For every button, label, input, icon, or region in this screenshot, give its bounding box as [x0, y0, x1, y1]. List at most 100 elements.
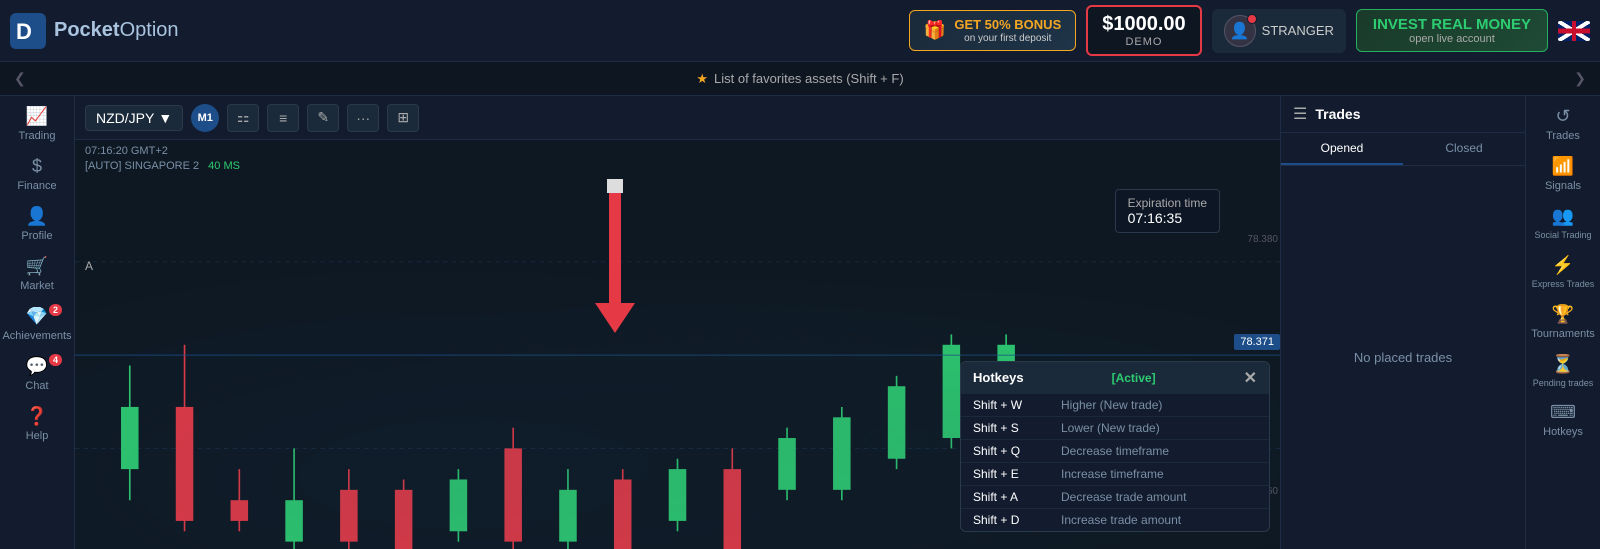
arrow-flag [607, 179, 623, 193]
candle-label-a: A [85, 259, 93, 273]
keyboard-icon: ⌨ [1550, 402, 1576, 423]
sidebar-item-finance[interactable]: $ Finance [0, 150, 74, 198]
sidebar-right: ↺ Trades 📶 Signals 👥 Social Trading ⚡ Ex… [1525, 96, 1600, 549]
draw-button[interactable]: ✎ [307, 104, 339, 132]
balance-label: DEMO [1102, 36, 1185, 48]
invest-main: INVEST REAL MONEY [1373, 16, 1531, 33]
tab-opened[interactable]: Opened [1281, 133, 1403, 165]
sidebar-right-social[interactable]: 👥 Social Trading [1526, 200, 1600, 247]
more-button[interactable]: ··· [347, 104, 379, 132]
sidebar-right-label-pending: Pending trades [1533, 378, 1594, 389]
svg-text:D: D [16, 19, 32, 44]
hotkey-desc-s: Lower (New trade) [1061, 421, 1160, 435]
hotkey-desc-a: Decrease trade amount [1061, 490, 1186, 504]
help-icon: ❓ [26, 406, 48, 427]
arrow-head [595, 303, 635, 333]
hotkey-desc-q: Decrease timeframe [1061, 444, 1169, 458]
finance-icon: $ [32, 156, 42, 177]
sidebar-right-express[interactable]: ⚡ Express Trades [1526, 249, 1600, 296]
sidebar-label-market: Market [20, 280, 54, 292]
nav-next[interactable]: ❯ [1574, 70, 1586, 87]
language-flag[interactable] [1558, 21, 1590, 41]
hotkey-key-d: Shift + D [973, 513, 1053, 527]
sidebar-right-label-hotkeys: Hotkeys [1543, 426, 1583, 438]
sidebar-item-achievements[interactable]: 💎 2 Achievements [0, 300, 74, 348]
candlestick-chart: A [75, 179, 1280, 549]
sidebar-item-trading[interactable]: 📈 Trading [0, 100, 74, 148]
hotkeys-close-button[interactable]: ✕ [1244, 368, 1257, 388]
pair-chevron: ▼ [158, 110, 172, 126]
trading-icon: 📈 [26, 106, 48, 127]
social-trading-icon: 👥 [1552, 206, 1574, 227]
tab-closed[interactable]: Closed [1403, 133, 1525, 165]
pair-selector[interactable]: NZD/JPY ▼ [85, 105, 183, 131]
sidebar-label-finance: Finance [17, 180, 56, 192]
expiry-time: 07:16:35 [1128, 210, 1207, 226]
trades-tabs: Opened Closed [1281, 133, 1525, 166]
header: D PocketOption 🎁 GET 50% BONUS on your f… [0, 0, 1600, 62]
latency-info: 40 MS [208, 160, 240, 172]
sidebar-right-signals[interactable]: 📶 Signals [1526, 150, 1600, 198]
logo-text: PocketOption [54, 19, 179, 42]
favorites-text: List of favorites assets (Shift + F) [714, 71, 904, 86]
pending-icon: ⏳ [1552, 354, 1574, 375]
nav-prev[interactable]: ❮ [14, 70, 26, 87]
sidebar-label-chat: Chat [25, 380, 48, 392]
current-price-label: 78.371 [1234, 334, 1280, 350]
hotkeys-title: Hotkeys [973, 370, 1024, 385]
sidebar-item-chat[interactable]: 💬 4 Chat [0, 350, 74, 398]
logo-icon: D [10, 13, 46, 49]
sidebar-right-label-social: Social Trading [1534, 230, 1591, 241]
chat-icon: 💬 [26, 356, 48, 377]
hotkeys-panel: Hotkeys [Active] ✕ Shift + W Higher (New… [960, 361, 1270, 532]
bonus-label: GET 50% BONUS [954, 17, 1061, 33]
user-button[interactable]: 👤 STRANGER [1212, 9, 1346, 53]
trades-list-icon: ☰ [1293, 104, 1307, 124]
demo-balance[interactable]: $1000.00 DEMO [1086, 5, 1201, 56]
time-info: 07:16:20 GMT+2 [85, 144, 1270, 159]
hotkey-key-s: Shift + S [973, 421, 1053, 435]
header-actions: 🎁 GET 50% BONUS on your first deposit $1… [909, 5, 1590, 56]
achievements-icon: 💎 [26, 306, 48, 327]
gift-icon: 🎁 [924, 20, 946, 41]
hotkey-row-e: Shift + E Increase timeframe [961, 463, 1269, 486]
sidebar-right-pending[interactable]: ⏳ Pending trades [1526, 348, 1600, 395]
hotkey-row-d: Shift + D Increase trade amount [961, 509, 1269, 531]
achievements-badge: 2 [49, 304, 62, 316]
reload-icon: ↺ [1555, 106, 1570, 127]
timeframe-button[interactable]: M1 [191, 104, 219, 132]
hotkey-row-w: Shift + W Higher (New trade) [961, 394, 1269, 417]
arrow-body [609, 193, 621, 303]
sidebar-label-trading: Trading [19, 130, 56, 142]
tournaments-icon: 🏆 [1552, 304, 1574, 325]
sidebar-item-market[interactable]: 🛒 Market [0, 250, 74, 298]
market-icon: 🛒 [26, 256, 48, 277]
star-icon: ★ [696, 71, 708, 87]
sidebar-item-help[interactable]: ❓ Help [0, 400, 74, 448]
sidebar-label-profile: Profile [21, 230, 52, 242]
sidebar-right-tournaments[interactable]: 🏆 Tournaments [1526, 298, 1600, 346]
server-info: [AUTO] SINGAPORE 2 40 MS [85, 159, 1270, 174]
user-name: STRANGER [1262, 23, 1334, 38]
hotkey-key-e: Shift + E [973, 467, 1053, 481]
sidebar-right-label-trades: Trades [1546, 130, 1580, 142]
hotkey-key-q: Shift + Q [973, 444, 1053, 458]
invest-button[interactable]: INVEST REAL MONEY open live account [1356, 9, 1548, 52]
chat-badge: 4 [49, 354, 62, 366]
chart-toolbar: NZD/JPY ▼ M1 ⚏ ≡ ✎ ··· ⊞ [75, 96, 1280, 140]
sidebar-left: 📈 Trading $ Finance 👤 Profile 🛒 Market 💎… [0, 96, 75, 549]
chart-area: NZD/JPY ▼ M1 ⚏ ≡ ✎ ··· ⊞ 07:16:20 GMT+2 … [75, 96, 1280, 549]
indicators-button[interactable]: ≡ [267, 104, 299, 132]
sidebar-right-label-tournaments: Tournaments [1531, 328, 1595, 340]
favorites-bar: ❮ ★ List of favorites assets (Shift + F)… [0, 62, 1600, 96]
chart-type-button[interactable]: ⚏ [227, 104, 259, 132]
sidebar-right-trades[interactable]: ↺ Trades [1526, 100, 1600, 148]
sidebar-right-label-express: Express Trades [1532, 279, 1595, 290]
sidebar-item-profile[interactable]: 👤 Profile [0, 200, 74, 248]
bonus-button[interactable]: 🎁 GET 50% BONUS on your first deposit [909, 10, 1076, 51]
hotkey-row-q: Shift + Q Decrease timeframe [961, 440, 1269, 463]
sidebar-right-hotkeys[interactable]: ⌨ Hotkeys [1526, 396, 1600, 444]
layout-button[interactable]: ⊞ [387, 104, 419, 132]
sidebar-right-label-signals: Signals [1545, 180, 1581, 192]
hotkey-row-a: Shift + A Decrease trade amount [961, 486, 1269, 509]
